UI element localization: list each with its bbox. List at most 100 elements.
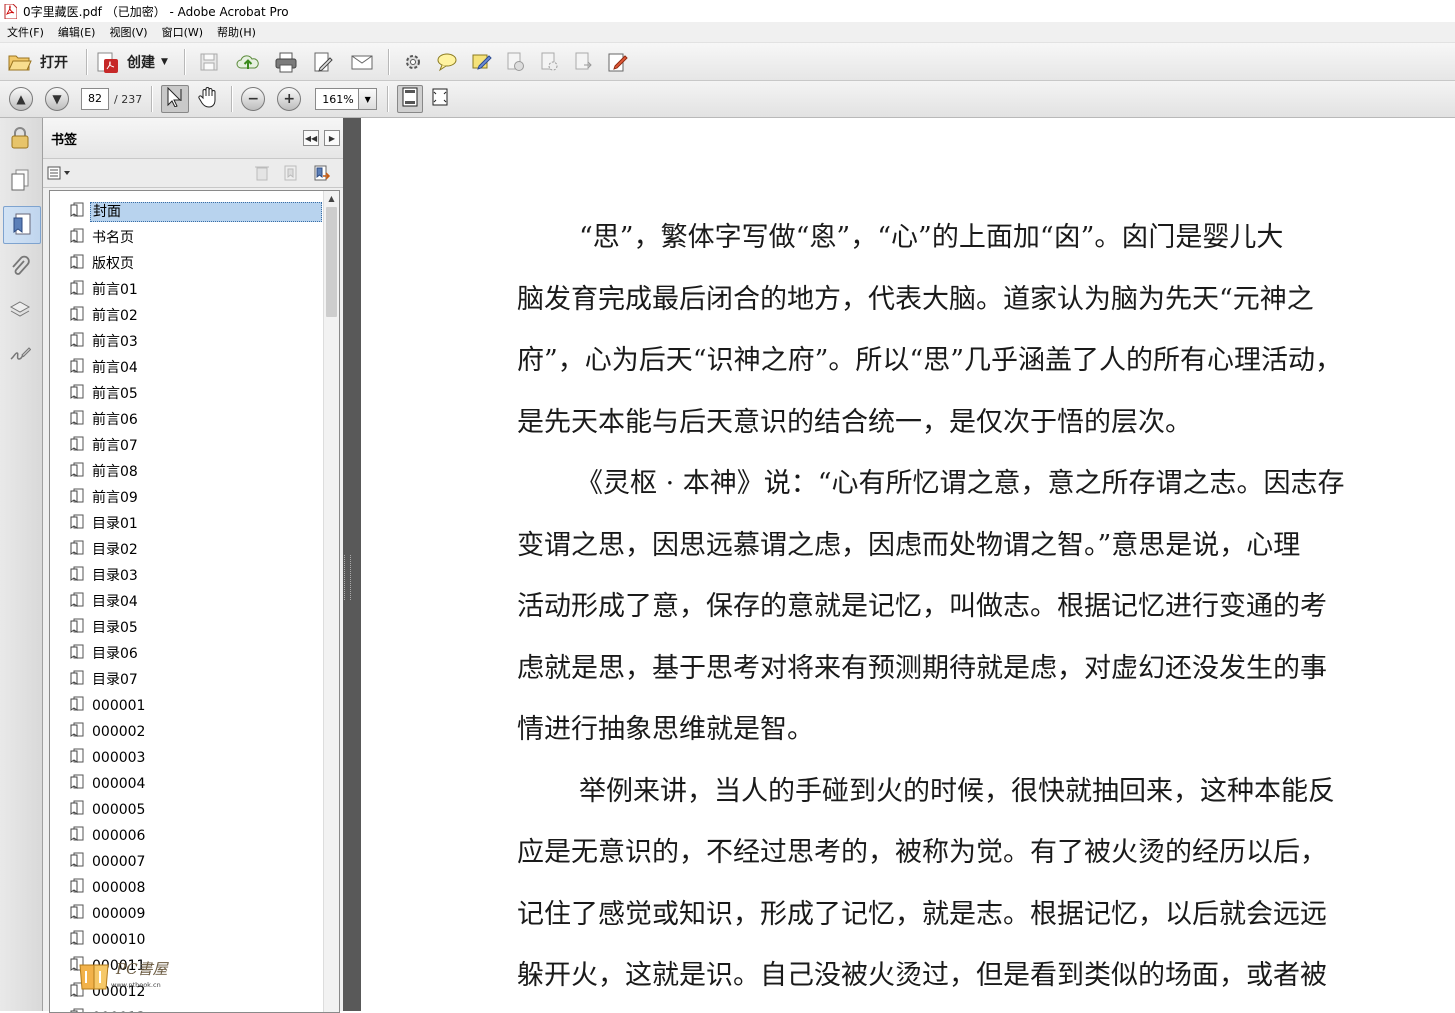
bookmark-item[interactable]: 000005 — [50, 797, 322, 823]
toolbar-separator — [183, 48, 186, 75]
menu-window[interactable]: 窗口(W) — [155, 24, 210, 40]
bookmark-item[interactable]: 前言03 — [50, 329, 322, 355]
bookmark-item[interactable]: 前言01 — [50, 277, 322, 303]
sign-button[interactable] — [466, 47, 496, 77]
create-button[interactable]: 创建 ▼ — [96, 47, 168, 77]
bookmark-icon — [70, 670, 84, 686]
bookmark-item[interactable]: 版权页 — [50, 251, 322, 277]
menu-file[interactable]: 文件(F) — [0, 24, 51, 40]
comment-button[interactable] — [432, 47, 462, 77]
bookmark-icon — [70, 228, 84, 244]
bookmark-item[interactable]: 000010 — [50, 927, 322, 953]
signatures-icon[interactable] — [8, 342, 32, 366]
panel-options-button[interactable]: ▶ — [324, 130, 340, 146]
pages-icon[interactable] — [8, 168, 32, 192]
bookmark-icon — [70, 488, 84, 504]
bookmark-icon — [70, 644, 84, 660]
prev-page-button[interactable]: ▲ — [9, 87, 33, 111]
next-page-button[interactable]: ▼ — [45, 87, 69, 111]
doc-export-button — [568, 47, 598, 77]
bookmark-item[interactable]: 前言04 — [50, 355, 322, 381]
bookmark-item[interactable]: 目录04 — [50, 589, 322, 615]
scroll-thumb[interactable] — [326, 207, 337, 317]
bookmark-item[interactable]: 000008 — [50, 875, 322, 901]
arrow-down-icon: ▼ — [52, 92, 62, 106]
bookmark-item[interactable]: 000001 — [50, 693, 322, 719]
bookmark-item[interactable]: 000004 — [50, 771, 322, 797]
bookmark-icon — [70, 280, 84, 296]
bookmark-icon — [70, 514, 84, 530]
menu-help[interactable]: 帮助(H) — [210, 24, 263, 40]
fit-page-button[interactable] — [397, 85, 424, 113]
bookmark-item[interactable]: 目录01 — [50, 511, 322, 537]
bookmark-icon — [70, 774, 84, 790]
fit-width-button[interactable] — [425, 84, 455, 114]
zoom-out-button[interactable]: − — [241, 87, 266, 111]
document-view[interactable]: “思”，繁体字写做“恖”，“心”的上面加“囟”。囟门是婴儿大 脑发育完成最后闭合的… — [361, 118, 1455, 1011]
bookmark-icon — [70, 306, 84, 322]
hand-icon — [198, 86, 218, 112]
new-bookmark-icon[interactable] — [282, 164, 300, 185]
document-text-line: 应是无意识的，不经过思考的，被称为觉。有了被火烫的经历以后， — [517, 837, 1327, 868]
bookmark-item[interactable]: 目录02 — [50, 537, 322, 563]
bookmark-label: 000005 — [92, 802, 146, 818]
trash-icon[interactable] — [254, 164, 270, 185]
bookmark-item[interactable]: 前言06 — [50, 407, 322, 433]
bookmark-icon — [70, 332, 84, 348]
scroll-up-button[interactable]: ▲ — [324, 191, 339, 206]
splitter-grip[interactable] — [344, 555, 351, 600]
bookmark-scrollbar[interactable]: ▲ — [323, 191, 339, 1012]
zoom-level-input[interactable]: 161% — [315, 88, 360, 110]
bookmark-export-icon[interactable] — [313, 164, 331, 185]
bookmark-item[interactable]: 000003 — [50, 745, 322, 771]
bookmark-item[interactable]: 前言09 — [50, 485, 322, 511]
bookmark-item[interactable]: 前言08 — [50, 459, 322, 485]
bookmark-list[interactable]: ▲ 封面 书名页 版权页 前言01 前言02 前言03 前言04 前言05 前言06 前言07 前言… — [49, 190, 340, 1013]
bookmark-item[interactable]: 目录06 — [50, 641, 322, 667]
bookmark-item[interactable]: 前言05 — [50, 381, 322, 407]
collapse-panel-button[interactable]: ◀◀ — [303, 130, 319, 146]
security-lock-icon[interactable] — [8, 126, 32, 150]
bookmark-item[interactable]: 目录07 — [50, 667, 322, 693]
window-title: 0字里藏医.pdf （已加密） - Adobe Acrobat Pro — [23, 4, 289, 19]
bookmark-item[interactable]: 000006 — [50, 823, 322, 849]
bookmark-item[interactable]: 书名页 — [50, 225, 322, 251]
bookmark-item[interactable]: 前言02 — [50, 303, 322, 329]
bookmarks-icon[interactable] — [3, 206, 41, 244]
bookmark-item[interactable]: 000009 — [50, 901, 322, 927]
watermark-brand-text: PC書屋 — [115, 960, 170, 978]
zoom-dropdown-button[interactable]: ▼ — [359, 88, 378, 110]
menu-edit[interactable]: 编辑(E) — [51, 24, 103, 40]
zoom-in-button[interactable]: + — [277, 87, 302, 111]
attachments-paperclip-icon[interactable] — [8, 255, 32, 279]
toolbar-separator — [151, 86, 154, 112]
upload-button[interactable] — [232, 47, 262, 77]
bookmark-item[interactable]: 000002 — [50, 719, 322, 745]
save-button[interactable] — [194, 47, 224, 77]
bookmark-item[interactable]: 000013 — [50, 1005, 322, 1012]
bookmark-options-button[interactable] — [47, 165, 73, 184]
print-button[interactable] — [270, 47, 300, 77]
bookmark-item[interactable]: 000007 — [50, 849, 322, 875]
form-edit-icon — [606, 51, 628, 73]
bookmark-item[interactable]: 目录03 — [50, 563, 322, 589]
bookmark-item[interactable]: 封面 — [50, 199, 322, 225]
document-text-line: 府”，心为后天“识神之府”。所以“思”几乎涵盖了人的所有心理活动， — [517, 345, 1343, 376]
document-text-line: 脑发育完成最后闭合的地方，代表大脑。道家认为脑为先天“元神之 — [517, 283, 1314, 315]
page-number-input[interactable]: 82 — [81, 88, 109, 110]
menu-view[interactable]: 视图(V) — [102, 24, 154, 40]
form-edit-button[interactable] — [602, 47, 632, 77]
watermark-url-text: www.ptbook.cn — [111, 981, 161, 989]
bookmark-item[interactable]: 目录05 — [50, 615, 322, 641]
hand-tool-button[interactable] — [193, 84, 223, 114]
settings-button[interactable] — [398, 47, 428, 77]
layers-icon[interactable] — [8, 298, 32, 322]
minus-icon: − — [247, 91, 260, 107]
bookmark-icon — [70, 254, 84, 270]
bookmark-item[interactable]: 前言07 — [50, 433, 322, 459]
secure-doc-button — [500, 47, 530, 77]
select-tool-button[interactable] — [161, 85, 190, 113]
open-button[interactable]: 打开 — [8, 47, 68, 77]
email-button[interactable] — [346, 47, 376, 77]
edit-document-button[interactable] — [308, 47, 338, 77]
